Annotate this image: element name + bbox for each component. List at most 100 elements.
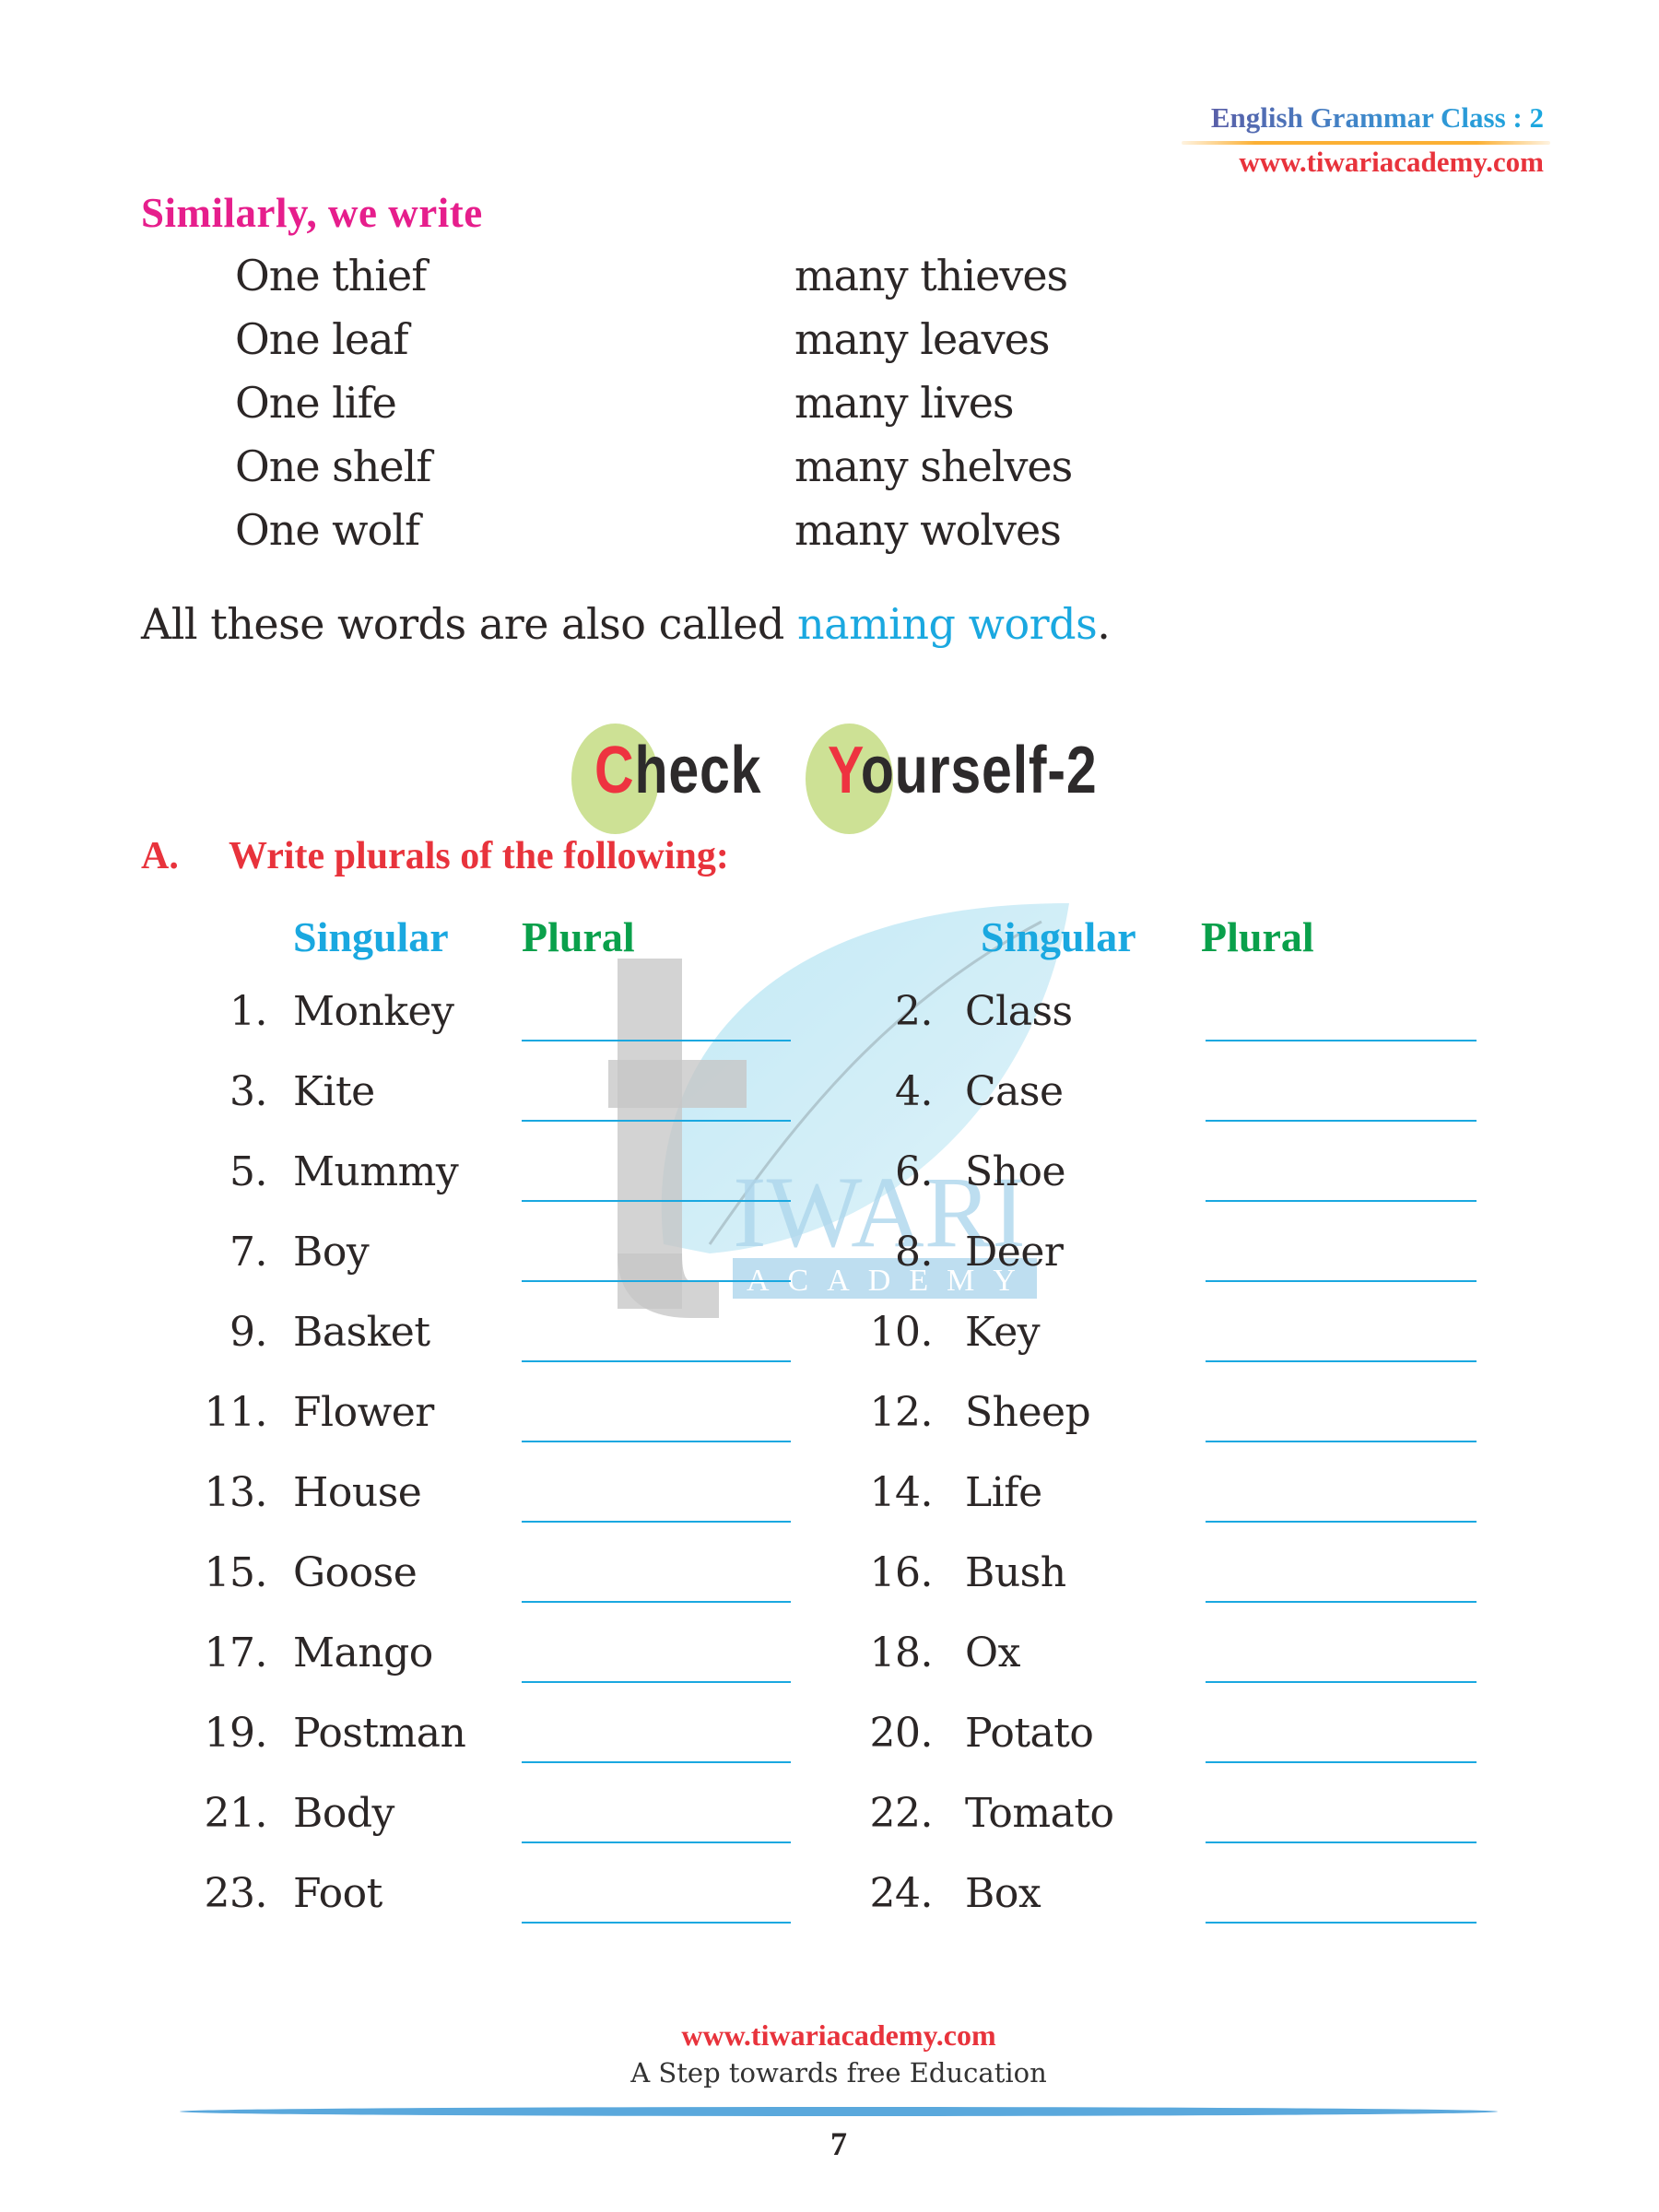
header-divider xyxy=(1182,141,1550,145)
item-number: 20. xyxy=(869,1710,934,1757)
exercise-instruction: Write plurals of the following: xyxy=(229,835,729,877)
title-heck: heck xyxy=(634,734,762,807)
note-suffix: . xyxy=(1097,599,1111,649)
plural-answer-blank[interactable] xyxy=(1206,1360,1477,1362)
plural-answer-blank[interactable] xyxy=(1206,1040,1477,1041)
column-header-plural-left: Plural xyxy=(522,913,635,960)
item-singular-word: Shoe xyxy=(965,1148,1066,1195)
item-singular-word: Class xyxy=(965,988,1073,1035)
footer-tagline: A Step towards free Education xyxy=(630,2057,1047,2088)
plural-answer-blank[interactable] xyxy=(522,1521,791,1523)
item-singular-word: Life xyxy=(965,1469,1042,1516)
item-singular-word: House xyxy=(293,1469,422,1516)
similarly-heading: Similarly, we write xyxy=(141,190,483,236)
naming-words-highlight: naming words xyxy=(797,599,1098,649)
item-number: 10. xyxy=(869,1309,934,1356)
plural-answer-blank[interactable] xyxy=(522,1280,791,1282)
plural-answer-blank[interactable] xyxy=(522,1200,791,1202)
item-number: 4. xyxy=(895,1068,933,1115)
pair-singular: One leaf xyxy=(235,314,409,364)
item-singular-word: Ox xyxy=(965,1630,1020,1677)
item-singular-word: Box xyxy=(965,1870,1041,1917)
plural-answer-blank[interactable] xyxy=(522,1040,791,1041)
title-ourself: ourself-2 xyxy=(860,734,1098,807)
item-number: 8. xyxy=(895,1229,933,1276)
item-number: 22. xyxy=(869,1790,934,1837)
page-number: 7 xyxy=(830,2125,847,2162)
plural-answer-blank[interactable] xyxy=(1206,1441,1477,1442)
exercise-a-heading: A. Write plurals of the following: xyxy=(141,834,729,878)
item-singular-word: Foot xyxy=(293,1870,382,1917)
pair-singular: One wolf xyxy=(235,505,420,555)
item-number: 5. xyxy=(229,1148,267,1195)
item-number: 14. xyxy=(869,1469,934,1516)
item-singular-word: Goose xyxy=(293,1549,418,1596)
plural-answer-blank[interactable] xyxy=(1206,1120,1477,1122)
item-number: 13. xyxy=(204,1469,268,1516)
item-singular-word: Monkey xyxy=(293,988,454,1035)
t-letter-stem xyxy=(618,959,682,1309)
plural-answer-blank[interactable] xyxy=(522,1841,791,1843)
item-singular-word: Postman xyxy=(293,1710,466,1757)
plural-answer-blank[interactable] xyxy=(522,1360,791,1362)
plural-answer-blank[interactable] xyxy=(1206,1922,1477,1924)
title-letter-c: C xyxy=(594,734,635,807)
plural-answer-blank[interactable] xyxy=(522,1681,791,1683)
item-singular-word: Kite xyxy=(293,1068,375,1115)
plural-answer-blank[interactable] xyxy=(1206,1521,1477,1523)
plural-answer-blank[interactable] xyxy=(1206,1200,1477,1202)
pair-plural: many wolves xyxy=(794,505,1062,555)
column-header-singular-left: Singular xyxy=(293,913,449,960)
column-header-singular-right: Singular xyxy=(981,913,1136,960)
pair-singular: One life xyxy=(235,378,397,428)
title-letter-y: Y xyxy=(828,734,861,807)
item-number: 9. xyxy=(229,1309,267,1356)
plural-answer-blank[interactable] xyxy=(1206,1761,1477,1763)
item-singular-word: Bush xyxy=(965,1549,1066,1596)
pair-singular: One thief xyxy=(235,251,427,300)
plural-answer-blank[interactable] xyxy=(1206,1681,1477,1683)
item-number: 3. xyxy=(229,1068,267,1115)
header-url[interactable]: www.tiwariacademy.com xyxy=(1239,146,1544,179)
pair-plural: many thieves xyxy=(794,251,1068,300)
item-number: 24. xyxy=(869,1870,934,1917)
item-singular-word: Boy xyxy=(293,1229,370,1276)
item-number: 16. xyxy=(869,1549,934,1596)
item-number: 12. xyxy=(869,1389,934,1436)
item-number: 17. xyxy=(204,1630,268,1677)
item-singular-word: Case xyxy=(965,1068,1064,1115)
item-number: 6. xyxy=(895,1148,933,1195)
item-singular-word: Potato xyxy=(965,1710,1094,1757)
title-yourself: Yourself-2 xyxy=(828,733,1098,808)
item-number: 21. xyxy=(204,1790,268,1837)
pair-plural: many leaves xyxy=(794,314,1050,364)
item-singular-word: Body xyxy=(293,1790,394,1837)
item-singular-word: Key xyxy=(965,1309,1041,1356)
pair-singular: One shelf xyxy=(235,441,431,491)
footer-url[interactable]: www.tiwariacademy.com xyxy=(0,2018,1659,2053)
item-number: 23. xyxy=(204,1870,268,1917)
item-singular-word: Sheep xyxy=(965,1389,1091,1436)
item-singular-word: Basket xyxy=(293,1309,430,1356)
plural-answer-blank[interactable] xyxy=(522,1441,791,1442)
item-singular-word: Deer xyxy=(965,1229,1064,1276)
item-number: 2. xyxy=(895,988,933,1035)
plural-answer-blank[interactable] xyxy=(1206,1841,1477,1843)
header-title: English Grammar Class : 2 xyxy=(1210,101,1544,134)
naming-words-note: All these words are also called naming w… xyxy=(141,599,1111,649)
t-letter-bar xyxy=(608,1060,747,1108)
title-check: Check xyxy=(594,733,761,808)
item-number: 1. xyxy=(229,988,267,1035)
pair-plural: many lives xyxy=(794,378,1015,428)
plural-answer-blank[interactable] xyxy=(1206,1601,1477,1603)
plural-answer-blank[interactable] xyxy=(522,1601,791,1603)
plural-answer-blank[interactable] xyxy=(522,1761,791,1763)
plural-answer-blank[interactable] xyxy=(522,1922,791,1924)
plural-answer-blank[interactable] xyxy=(1206,1280,1477,1282)
item-singular-word: Tomato xyxy=(965,1790,1114,1837)
plural-answer-blank[interactable] xyxy=(522,1120,791,1122)
item-number: 19. xyxy=(204,1710,268,1757)
t-letter-foot xyxy=(618,1253,719,1318)
check-yourself-title: Check Yourself-2 xyxy=(571,724,1161,834)
footer-divider xyxy=(180,2107,1498,2116)
